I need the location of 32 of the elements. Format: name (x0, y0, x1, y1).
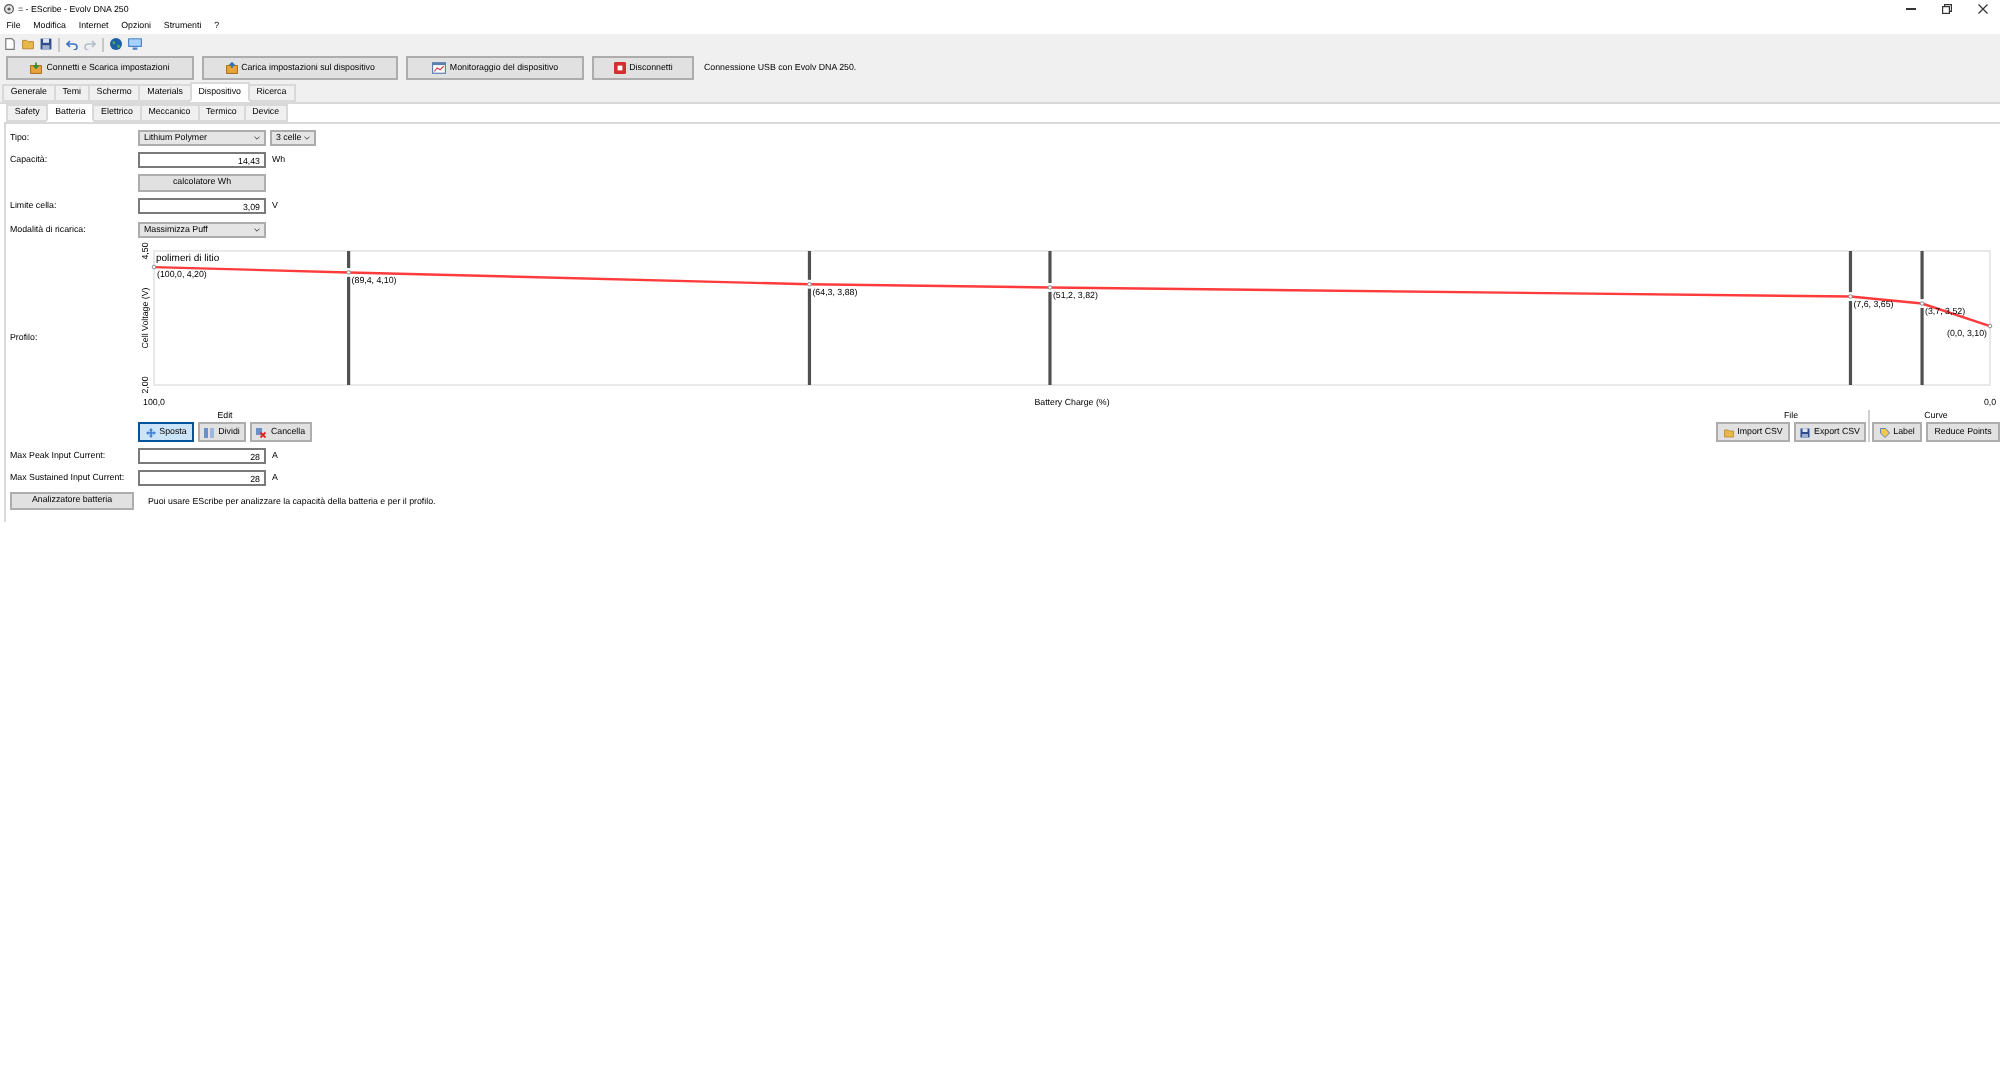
delete-icon (256, 427, 267, 437)
tag-icon (1879, 427, 1890, 437)
save-icon[interactable] (40, 38, 52, 50)
globe-icon[interactable] (110, 38, 122, 50)
box-icon (225, 62, 238, 74)
point-handle[interactable] (807, 251, 812, 385)
restore-icon[interactable] (1941, 4, 1951, 14)
split-icon (204, 427, 215, 437)
folder-icon[interactable] (22, 38, 34, 50)
minimize-icon[interactable] (1905, 8, 1915, 10)
folder-icon (1723, 427, 1734, 437)
data-point[interactable] (346, 270, 351, 275)
point-handle[interactable] (1920, 251, 1924, 385)
stop-icon (613, 62, 626, 74)
app-icon (4, 4, 14, 14)
data-point[interactable] (1987, 323, 1993, 329)
data-point[interactable] (1047, 285, 1053, 290)
close-icon[interactable] (1977, 4, 1987, 14)
undo-icon[interactable] (66, 39, 78, 49)
move-icon (145, 427, 156, 437)
point-handle[interactable] (1048, 251, 1052, 385)
save-icon (1800, 427, 1811, 437)
point-handle[interactable] (347, 251, 351, 385)
data-point[interactable] (1848, 294, 1853, 299)
data-point[interactable] (807, 281, 812, 287)
data-point[interactable] (1919, 301, 1925, 306)
monitor-icon[interactable] (128, 38, 142, 50)
data-point[interactable] (151, 264, 157, 270)
box-icon (30, 62, 43, 74)
chart-window-icon (431, 62, 446, 74)
new-file-icon[interactable] (4, 38, 16, 50)
point-handle[interactable] (1848, 251, 1853, 385)
